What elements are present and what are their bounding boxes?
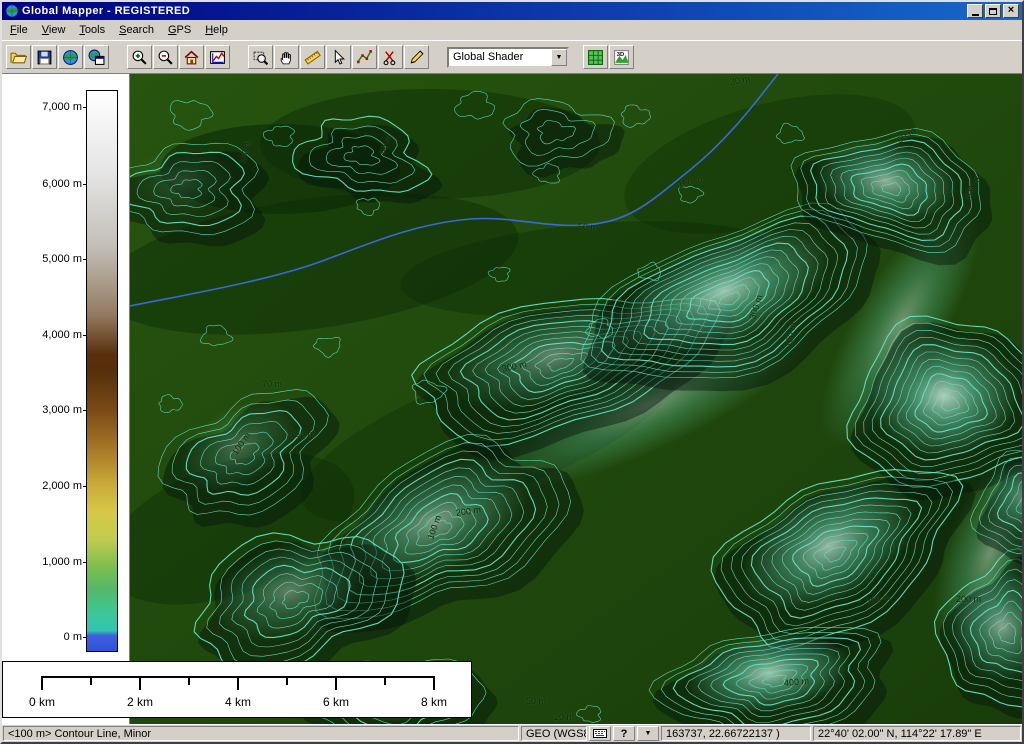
full-view-button[interactable] bbox=[179, 45, 204, 69]
minimize-button[interactable] bbox=[967, 4, 983, 18]
help-icon: ? bbox=[621, 728, 628, 740]
zoom-out-button[interactable] bbox=[153, 45, 178, 69]
map-canvas[interactable] bbox=[130, 74, 1022, 724]
legend-label-1000: 1,000 m bbox=[2, 555, 82, 569]
legend-label-3000: 3,000 m bbox=[2, 403, 82, 417]
globe-icon bbox=[62, 49, 79, 66]
help-button[interactable]: ? bbox=[613, 726, 635, 741]
path-profile-button[interactable] bbox=[205, 45, 230, 69]
open-folder-icon bbox=[10, 49, 27, 66]
scissors-icon bbox=[382, 49, 399, 66]
scale-tick bbox=[188, 678, 190, 685]
app-globe-icon bbox=[5, 4, 19, 18]
menu-gps[interactable]: GPS bbox=[161, 21, 198, 39]
cut-feature-button[interactable] bbox=[378, 45, 403, 69]
legend-label-4000: 4,000 m bbox=[2, 328, 82, 342]
pen-tool-button[interactable] bbox=[404, 45, 429, 69]
maximize-button[interactable] bbox=[985, 4, 1001, 18]
scale-tick bbox=[41, 678, 43, 690]
globe-window-icon bbox=[88, 49, 105, 66]
keyboard-button[interactable] bbox=[589, 726, 611, 741]
legend-label-7000: 7,000 m bbox=[2, 100, 82, 114]
menu-view[interactable]: View bbox=[35, 21, 73, 39]
path-nodes-icon bbox=[356, 49, 373, 66]
zoom-in-icon bbox=[131, 49, 148, 66]
legend-label-5000: 5,000 m bbox=[2, 252, 82, 266]
scale-tick bbox=[286, 678, 288, 685]
map-view[interactable]: 30 m100 m50 m50 m150 m50 m100 m70 m150 m… bbox=[130, 74, 1022, 724]
terrain-grid-icon bbox=[587, 49, 604, 66]
svg-text:3D: 3D bbox=[617, 51, 624, 57]
save-button[interactable] bbox=[32, 45, 57, 69]
window-title: Global Mapper - REGISTERED bbox=[22, 5, 967, 17]
pointer-arrow-icon bbox=[330, 49, 347, 66]
scale-label-8: 8 km bbox=[412, 695, 456, 709]
chevron-down-icon: ▼ bbox=[645, 730, 652, 737]
legend-label-2000: 2,000 m bbox=[2, 479, 82, 493]
pencil-icon bbox=[408, 49, 425, 66]
scale-tick bbox=[139, 678, 141, 690]
terrain-grid-button[interactable] bbox=[583, 45, 608, 69]
menu-bar: File View Tools Search GPS Help bbox=[2, 20, 1022, 40]
zoom-in-button[interactable] bbox=[127, 45, 152, 69]
scale-label-0: 0 km bbox=[20, 695, 64, 709]
shader-selected-value: Global Shader bbox=[449, 51, 551, 63]
keyboard-icon bbox=[593, 729, 607, 738]
home-icon bbox=[183, 49, 200, 66]
scale-label-6: 6 km bbox=[314, 695, 358, 709]
zoom-out-icon bbox=[157, 49, 174, 66]
close-icon: × bbox=[1008, 5, 1014, 16]
status-tool-hint: <100 m> Contour Line, Minor bbox=[3, 726, 519, 741]
minimize-icon bbox=[972, 9, 979, 16]
digitize-path-button[interactable] bbox=[352, 45, 377, 69]
legend-label-0: 0 m bbox=[2, 630, 82, 644]
chevron-down-icon[interactable]: ▼ bbox=[551, 49, 567, 66]
zoom-box-icon bbox=[252, 49, 269, 66]
status-bar: <100 m> Contour Line, Minor GEO (WGS8 ? … bbox=[2, 724, 1022, 742]
status-projection: GEO (WGS8 bbox=[521, 726, 587, 741]
select-tool-button[interactable] bbox=[326, 45, 351, 69]
ruler-icon bbox=[304, 49, 321, 66]
zoom-box-tool-button[interactable] bbox=[248, 45, 273, 69]
close-button[interactable]: × bbox=[1003, 4, 1019, 18]
scale-tick bbox=[237, 678, 239, 690]
scale-label-2: 2 km bbox=[118, 695, 162, 709]
maximize-icon bbox=[989, 8, 997, 15]
status-cursor-latlon: 22°40' 02.00" N, 114°22' 17.89" E bbox=[813, 726, 1021, 741]
coord-format-button[interactable]: ▼ bbox=[637, 726, 659, 741]
measure-tool-button[interactable] bbox=[300, 45, 325, 69]
title-bar[interactable]: Global Mapper - REGISTERED × bbox=[2, 2, 1022, 20]
elevation-gradient-bar bbox=[86, 90, 118, 652]
scale-bar: 0 km 2 km 4 km 6 km 8 km bbox=[2, 661, 472, 718]
profile-chart-icon bbox=[209, 49, 226, 66]
open-button[interactable] bbox=[6, 45, 31, 69]
menu-file[interactable]: File bbox=[3, 21, 35, 39]
shader-select[interactable]: Global Shader ▼ bbox=[447, 47, 569, 68]
content-area: 7,000 m 6,000 m 5,000 m 4,000 m 3,000 m … bbox=[2, 74, 1022, 724]
legend-label-6000: 6,000 m bbox=[2, 177, 82, 191]
view-3d-icon: 3D bbox=[613, 49, 630, 66]
world-data-button[interactable] bbox=[58, 45, 83, 69]
menu-search[interactable]: Search bbox=[112, 21, 161, 39]
menu-tools[interactable]: Tools bbox=[72, 21, 112, 39]
global-mapper-window: Global Mapper - REGISTERED × File View T… bbox=[0, 0, 1024, 744]
scale-tick bbox=[433, 678, 435, 690]
scale-label-4: 4 km bbox=[216, 695, 260, 709]
pan-tool-button[interactable] bbox=[274, 45, 299, 69]
view-3d-button[interactable]: 3D bbox=[609, 45, 634, 69]
scale-tick bbox=[335, 678, 337, 690]
hand-icon bbox=[278, 49, 295, 66]
scale-tick bbox=[384, 678, 386, 685]
status-cursor-xy: 163737, 22.66722137 ) bbox=[661, 726, 811, 741]
new-map-view-button[interactable] bbox=[84, 45, 109, 69]
toolbar: Global Shader ▼ 3D bbox=[2, 40, 1022, 74]
save-floppy-icon bbox=[36, 49, 53, 66]
menu-help[interactable]: Help bbox=[198, 21, 235, 39]
elevation-legend-panel: 7,000 m 6,000 m 5,000 m 4,000 m 3,000 m … bbox=[2, 74, 130, 724]
scale-tick bbox=[90, 678, 92, 685]
